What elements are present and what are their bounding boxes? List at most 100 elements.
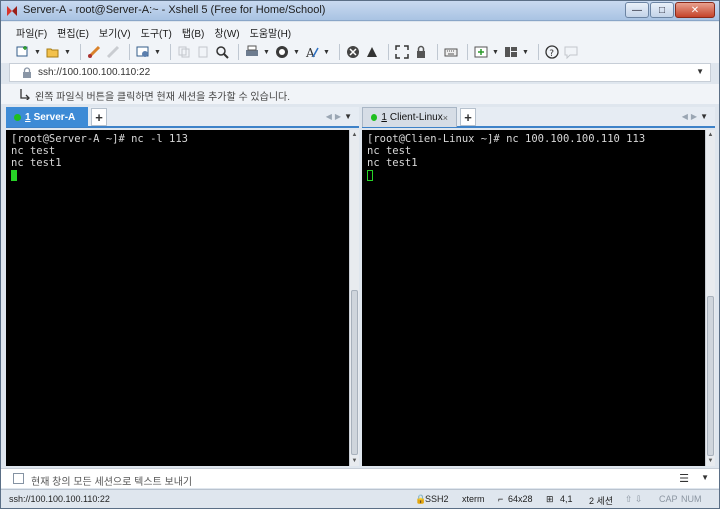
- status-connection: ssh://100.100.100.110:22: [9, 494, 110, 504]
- font-icon[interactable]: A: [304, 44, 320, 60]
- color-scheme-icon[interactable]: [274, 44, 290, 60]
- scroll-thumb[interactable]: [707, 296, 714, 456]
- open-dropdown-icon[interactable]: ▼: [64, 49, 71, 56]
- hint-bar: 왼쪽 파일식 버튼을 클릭하면 현재 세션을 추가할 수 있습니다.: [1, 84, 719, 104]
- properties-dropdown-icon[interactable]: ▼: [154, 49, 161, 56]
- status-num: NUM: [681, 494, 702, 504]
- terminal-cursor: [367, 170, 373, 181]
- help-icon[interactable]: ?: [544, 44, 560, 60]
- menu-file[interactable]: 파일(F): [11, 22, 52, 41]
- left-session-pane: 1 Server-A + ◀▶▼ [root@Server-A ~]# nc -…: [6, 107, 359, 467]
- hint-text: 왼쪽 파일식 버튼을 클릭하면 현재 세션을 추가할 수 있습니다.: [35, 92, 291, 103]
- compose-checkbox[interactable]: [13, 473, 24, 484]
- left-tab-strip: 1 Server-A + ◀▶▼: [6, 107, 359, 128]
- open-folder-icon[interactable]: [45, 44, 61, 60]
- tab-navigation[interactable]: ◀▶▼: [326, 112, 355, 121]
- terminal-line: nc test: [11, 145, 56, 157]
- font-dropdown-icon[interactable]: ▼: [323, 49, 330, 56]
- scroll-down-icon[interactable]: ▼: [706, 456, 715, 466]
- compose-dropdown-icon[interactable]: ▼: [701, 473, 709, 482]
- menu-tools[interactable]: 도구(T): [136, 22, 177, 41]
- tab-label: Client-Linux: [389, 112, 443, 123]
- new-tab-dropdown-icon[interactable]: ▼: [492, 49, 499, 56]
- lock-icon: [23, 67, 31, 78]
- xftp-icon[interactable]: [345, 44, 361, 60]
- fullscreen-icon[interactable]: [394, 44, 410, 60]
- status-protocol: SSH2: [425, 494, 449, 504]
- tab-close-icon[interactable]: ×: [443, 113, 448, 123]
- terminal-line: [root@Server-A ~]# nc -l 113: [11, 133, 189, 145]
- properties-icon[interactable]: [135, 44, 151, 60]
- copy-icon: [176, 44, 192, 60]
- terminal-line: nc test1: [367, 157, 418, 169]
- address-bar[interactable]: ssh://100.100.100.110:22 ▼: [9, 63, 711, 82]
- close-button[interactable]: ✕: [675, 2, 715, 18]
- color-scheme-dropdown-icon[interactable]: ▼: [293, 49, 300, 56]
- terminal-line: nc test: [367, 145, 412, 157]
- address-dropdown-icon[interactable]: ▼: [696, 67, 704, 76]
- compose-menu-icon[interactable]: ☰: [679, 472, 689, 485]
- add-tab-button[interactable]: +: [460, 108, 476, 126]
- scroll-up-icon[interactable]: ▲: [706, 130, 715, 140]
- tab-list-dropdown-icon[interactable]: ▼: [344, 112, 355, 121]
- toolbar-separator: [129, 44, 130, 60]
- scroll-down-icon[interactable]: ▼: [350, 456, 359, 466]
- scroll-thumb[interactable]: [351, 290, 358, 455]
- menu-view[interactable]: 보기(V): [94, 22, 136, 41]
- toolbar: ▼ ▼ ▼ ▼ ▼ A ▼ ▼ ▼ ?: [1, 41, 719, 63]
- print-dropdown-icon[interactable]: ▼: [263, 49, 270, 56]
- minimize-button[interactable]: —: [625, 2, 649, 18]
- tab-prev-icon[interactable]: ◀: [326, 112, 335, 121]
- right-vertical-scrollbar[interactable]: ▲ ▼: [705, 130, 715, 466]
- compose-input[interactable]: 현재 창의 모든 세션으로 텍스트 보내기: [31, 473, 192, 488]
- maximize-button[interactable]: □: [650, 2, 674, 18]
- status-bar: ssh://100.100.100.110:22 🔒 SSH2 xterm ⌐ …: [1, 489, 719, 508]
- toolbar-separator: [437, 44, 438, 60]
- window-title: Server-A - root@Server-A:~ - Xshell 5 (F…: [23, 4, 326, 16]
- layout-icon[interactable]: [503, 44, 519, 60]
- tab-navigation[interactable]: ◀▶▼: [682, 112, 711, 121]
- print-icon[interactable]: [244, 44, 260, 60]
- status-terminal-type: xterm: [462, 494, 485, 504]
- xmanager-icon[interactable]: [364, 44, 380, 60]
- arrow-hint-icon: [20, 89, 30, 100]
- right-terminal[interactable]: [root@Clien-Linux ~]# nc 100.100.100.110…: [362, 130, 705, 466]
- toolbar-separator: [339, 44, 340, 60]
- status-arrows-icon: ⇧ ⇩: [625, 494, 643, 504]
- menu-help[interactable]: 도움말(H): [245, 22, 296, 41]
- toolbar-separator: [170, 44, 171, 60]
- tab-prev-icon[interactable]: ◀: [682, 112, 691, 121]
- paste-icon: [195, 44, 211, 60]
- new-tab-icon[interactable]: [473, 44, 489, 60]
- new-session-dropdown-icon[interactable]: ▼: [34, 49, 41, 56]
- left-vertical-scrollbar[interactable]: ▲ ▼: [349, 130, 359, 466]
- status-size-icon: ⌐: [498, 494, 504, 504]
- left-terminal[interactable]: [root@Server-A ~]# nc -l 113 nc test nc …: [6, 130, 349, 466]
- tab-client-linux[interactable]: 1 Client-Linux ×: [362, 107, 457, 127]
- menu-edit[interactable]: 편집(E): [52, 22, 94, 41]
- reconnect-icon[interactable]: [86, 44, 102, 60]
- layout-dropdown-icon[interactable]: ▼: [522, 49, 529, 56]
- status-position: 4,1: [560, 494, 573, 504]
- tab-list-dropdown-icon[interactable]: ▼: [700, 112, 711, 121]
- tab-next-icon[interactable]: ▶: [335, 112, 344, 121]
- compose-bar: 현재 창의 모든 세션으로 텍스트 보내기 ☰ ▼: [1, 468, 719, 488]
- menu-tab[interactable]: 탭(B): [177, 22, 210, 41]
- tab-server-a[interactable]: 1 Server-A: [6, 107, 88, 127]
- tab-next-icon[interactable]: ▶: [691, 112, 700, 121]
- find-icon[interactable]: [214, 44, 230, 60]
- disconnect-icon: [105, 44, 121, 60]
- scroll-up-icon[interactable]: ▲: [350, 130, 359, 140]
- lock-screen-icon[interactable]: [413, 44, 429, 60]
- new-session-icon[interactable]: [15, 44, 31, 60]
- tab-number: 1: [25, 111, 31, 123]
- toolbar-separator: [467, 44, 468, 60]
- menu-window[interactable]: 창(W): [209, 22, 244, 41]
- right-tab-strip: 1 Client-Linux × + ◀▶▼: [362, 107, 715, 128]
- add-tab-button[interactable]: +: [91, 108, 107, 126]
- menu-bar: 파일(F) 편집(E) 보기(V) 도구(T) 탭(B) 창(W) 도움말(H): [1, 22, 719, 41]
- title-bar[interactable]: Server-A - root@Server-A:~ - Xshell 5 (F…: [1, 1, 719, 21]
- xshell-app-icon: [7, 6, 17, 16]
- terminal-line: [root@Clien-Linux ~]# nc 100.100.100.110…: [367, 133, 646, 145]
- keyboard-icon[interactable]: [443, 44, 459, 60]
